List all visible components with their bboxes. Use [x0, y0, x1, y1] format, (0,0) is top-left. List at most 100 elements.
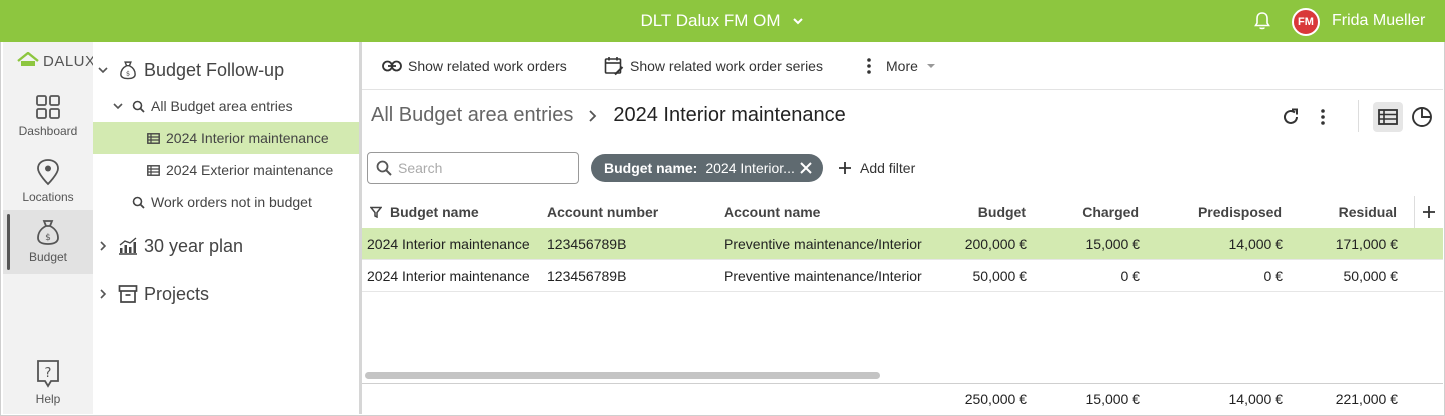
rail-item-budget[interactable]: $ Budget [3, 210, 93, 274]
grid-icon [36, 95, 60, 119]
tree-node-30-year-plan[interactable]: 30 year plan [93, 230, 359, 262]
rail-label-locations: Locations [22, 190, 74, 204]
column-header-account-name[interactable]: Account name [724, 196, 820, 228]
svg-text:$: $ [45, 233, 51, 243]
avatar[interactable]: FM [1292, 8, 1320, 36]
tree-label-budget-followup: Budget Follow-up [144, 59, 285, 80]
table-row[interactable]: 2024 Interior maintenance 123456789B Pre… [362, 260, 1443, 292]
more-vertical-icon[interactable] [1312, 106, 1334, 128]
horizontal-scrollbar[interactable] [365, 372, 880, 379]
cell-budget-name: 2024 Interior maintenance [367, 236, 530, 252]
column-header-account-number[interactable]: Account number [547, 196, 658, 228]
pie-chart-view-icon[interactable] [1407, 102, 1437, 132]
svg-text:?: ? [45, 366, 52, 381]
divider [1358, 100, 1359, 132]
column-header-budget-name[interactable]: Budget name [370, 196, 479, 228]
tree-node-not-in-budget[interactable]: Work orders not in budget [93, 186, 359, 218]
rail-item-help[interactable]: ? Help [3, 350, 93, 412]
show-related-work-orders-label: Show related work orders [408, 58, 567, 74]
tree-node-all-entries[interactable]: All Budget area entries [93, 90, 359, 122]
tree-node-exterior[interactable]: 2024 Exterior maintenance [93, 154, 359, 186]
cell-account-number: 123456789B [547, 268, 627, 284]
more-menu-button[interactable]: More [862, 42, 942, 90]
breadcrumb-parent[interactable]: All Budget area entries [371, 104, 573, 127]
cell-account-name: Preventive maintenance/Interior [724, 236, 922, 252]
tree-label-interior: 2024 Interior maintenance [166, 130, 329, 146]
cell-residual: 171,000 € [1335, 236, 1398, 252]
tree-node-budget-followup[interactable]: $ Budget Follow-up [93, 54, 359, 86]
house-icon [17, 52, 39, 66]
main-panel: Show related work orders Show related wo… [362, 42, 1443, 414]
notification-bell-icon[interactable] [1252, 11, 1272, 31]
budget-tree: $ Budget Follow-up All Budget area entri… [93, 42, 359, 414]
add-column-button[interactable] [1414, 196, 1443, 228]
chevron-down-icon[interactable] [97, 64, 109, 76]
filter-chip-key: Budget name: [604, 160, 698, 176]
column-header-budget[interactable]: Budget [926, 196, 1026, 228]
money-bag-icon: $ [37, 220, 59, 245]
logo-text: DALUX [43, 52, 96, 70]
cell-budget: 50,000 € [972, 268, 1028, 284]
chevron-down-icon[interactable] [112, 100, 124, 112]
cell-predisposed: 14,000 € [1228, 236, 1284, 252]
rail-item-locations[interactable]: Locations [3, 150, 93, 212]
add-filter-button[interactable]: Add filter [838, 154, 915, 182]
cell-budget-name: 2024 Interior maintenance [367, 268, 530, 284]
bar-chart-icon [118, 237, 138, 255]
chevron-right-icon[interactable] [97, 240, 109, 252]
location-pin-icon [37, 159, 59, 186]
breadcrumb-current: 2024 Interior maintenance [613, 104, 846, 126]
tree-node-interior[interactable]: 2024 Interior maintenance [93, 122, 359, 154]
chevron-down-icon[interactable] [791, 14, 805, 28]
project-selector[interactable]: DLT Dalux FM OM [0, 0, 1445, 42]
link-icon [382, 60, 402, 72]
tree-label-all-entries: All Budget area entries [151, 98, 293, 114]
filter-icon [370, 206, 382, 218]
table-row[interactable]: 2024 Interior maintenance 123456789B Pre… [362, 228, 1443, 260]
rail-label-dashboard: Dashboard [18, 124, 78, 138]
search-field[interactable] [367, 152, 579, 184]
money-bag-icon: $ [118, 60, 138, 80]
help-icon: ? [37, 360, 59, 388]
top-bar: DLT Dalux FM OM FM Frida Mueller [0, 0, 1445, 42]
table-header: Budget name Account number Account name … [362, 196, 1443, 228]
project-title[interactable]: DLT Dalux FM OM [640, 11, 780, 31]
table-icon [147, 164, 160, 176]
rail-label-help: Help [35, 392, 61, 406]
search-input[interactable] [398, 160, 568, 176]
refresh-icon[interactable] [1280, 106, 1302, 128]
cell-account-name: Preventive maintenance/Interior [724, 268, 922, 284]
column-header-residual[interactable]: Residual [1297, 196, 1397, 228]
column-header-charged[interactable]: Charged [1039, 196, 1139, 228]
table-view-icon[interactable] [1373, 102, 1403, 132]
plus-icon [839, 162, 851, 174]
cell-predisposed: 0 € [1263, 268, 1283, 284]
close-icon[interactable] [799, 161, 813, 175]
show-related-work-order-series-label: Show related work order series [630, 58, 823, 74]
chevron-right-icon[interactable] [97, 288, 109, 300]
filter-chip-value: 2024 Interior... [705, 160, 795, 176]
tree-node-projects[interactable]: Projects [93, 278, 359, 310]
column-header-predisposed[interactable]: Predisposed [1152, 196, 1282, 228]
toolbar: Show related work orders Show related wo… [362, 42, 1443, 90]
user-name[interactable]: Frida Mueller [1332, 0, 1425, 42]
cell-residual: 50,000 € [1343, 268, 1399, 284]
total-budget: 250,000 € [964, 391, 1027, 407]
filter-chip-budget-name[interactable]: Budget name: 2024 Interior... [591, 154, 823, 182]
tree-label-projects: Projects [144, 283, 210, 304]
dalux-logo[interactable]: DALUX [17, 52, 96, 70]
total-predisposed: 14,000 € [1228, 391, 1284, 407]
rail-item-dashboard[interactable]: Dashboard [3, 86, 93, 148]
svg-text:$: $ [126, 70, 130, 78]
total-charged: 15,000 € [1085, 391, 1141, 407]
rail-label-budget: Budget [28, 250, 68, 264]
show-related-work-orders-button[interactable]: Show related work orders [382, 42, 567, 90]
show-related-work-order-series-button[interactable]: Show related work order series [604, 42, 823, 90]
cell-account-number: 123456789B [547, 236, 627, 252]
cell-charged: 0 € [1120, 268, 1140, 284]
nav-rail: DALUX Dashboard Locations $ Budget ? Hel… [3, 42, 96, 414]
add-filter-label: Add filter [860, 160, 916, 176]
tree-label-not-in-budget: Work orders not in budget [151, 194, 312, 210]
more-vertical-icon [867, 58, 871, 74]
breadcrumb: All Budget area entries 2024 Interior ma… [371, 104, 846, 127]
